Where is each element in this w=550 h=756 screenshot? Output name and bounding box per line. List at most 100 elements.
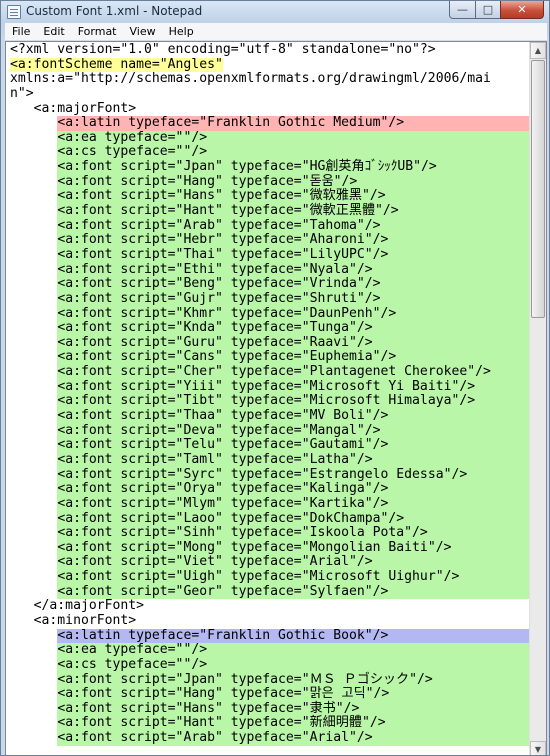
document-line-text: </a:majorFont> <box>10 598 145 614</box>
editor-pane: <?xml version="1.0" encoding="utf-8" sta… <box>5 41 547 755</box>
document-line: </a:majorFont> <box>10 599 530 614</box>
highlighted-line-text: <a:font script="Hang" typeface="맑은 고딕"/> <box>57 687 530 702</box>
document-line: <a:font script="Laoo" typeface="DokChamp… <box>10 511 530 527</box>
highlighted-line-text: <a:font script="Viet" typeface="Arial"/> <box>57 555 530 571</box>
highlighted-line-text: <a:font script="Knda" typeface="Tunga"/> <box>57 321 530 336</box>
highlighted-line-text: <a:font script="Khmr" typeface="DaunPenh… <box>57 306 530 322</box>
document-line: <a:ea typeface=""/> <box>10 130 530 146</box>
scroll-up-button[interactable]: ▲ <box>530 42 546 59</box>
scroll-down-icon: ▼ <box>534 745 542 754</box>
highlighted-line-text: <a:font script="Jpan" typeface="ＭＳ Ｐゴシック… <box>57 672 530 688</box>
document-line: <a:font script="Guru" typeface="Raavi"/> <box>10 335 530 351</box>
document-line: <a:font script="Knda" typeface="Tunga"/> <box>10 321 530 336</box>
highlighted-line-text: <a:font script="Beng" typeface="Vrinda"/… <box>57 277 530 292</box>
menu-view[interactable]: View <box>123 25 162 38</box>
highlighted-line-text: <a:font script="Cans" typeface="Euphemia… <box>57 350 530 366</box>
highlighted-line-text: <a:font script="Gujr" typeface="Shruti"/… <box>57 291 530 307</box>
document-line-text: <a:majorFont> <box>10 100 137 116</box>
document-line: <a:ea typeface=""/> <box>10 643 530 658</box>
document-line: <a:font script="Cher" typeface="Plantage… <box>10 364 530 380</box>
document-line: <a:font script="Arab" typeface="Arial"/> <box>10 730 530 746</box>
minimize-button[interactable]: — <box>449 1 475 19</box>
highlighted-line-text: <a:font script="Hant" typeface="微軟正黑體"/> <box>57 203 530 219</box>
document-line: <a:font script="Orya" typeface="Kalinga"… <box>10 482 530 497</box>
document-line: <a:latin typeface="Franklin Gothic Book"… <box>10 628 530 644</box>
scroll-thumb[interactable] <box>531 60 545 318</box>
document-line: <a:font script="Viet" typeface="Arial"/> <box>10 555 530 571</box>
document-line: <a:font script="Sinh" typeface="Iskoola … <box>10 525 530 541</box>
document-line-text: <a:minorFont> <box>10 612 137 628</box>
document-line: <a:font script="Jpan" typeface="HG創英角ｺﾞｼ… <box>10 159 530 175</box>
menu-help[interactable]: Help <box>162 25 200 38</box>
highlighted-line-text: <a:font script="Yiii" typeface="Microsof… <box>57 379 530 395</box>
menu-edit[interactable]: Edit <box>36 25 70 38</box>
highlighted-line-text: <a:font script="Mlym" typeface="Kartika"… <box>57 496 530 512</box>
document-line: <a:font script="Uigh" typeface="Microsof… <box>10 569 530 585</box>
maximize-button[interactable]: □ <box>475 1 500 19</box>
document-line: <a:font script="Mong" typeface="Mongolia… <box>10 540 530 556</box>
document-line: n"> <box>10 86 530 102</box>
text-editor[interactable]: <?xml version="1.0" encoding="utf-8" sta… <box>6 42 530 755</box>
document-line: <a:font script="Hant" typeface="微軟正黑體"/> <box>10 203 530 219</box>
highlighted-line-text: <a:font script="Guru" typeface="Raavi"/> <box>57 335 530 351</box>
document-line: <a:minorFont> <box>10 612 530 629</box>
highlighted-line-text: <a:font script="Orya" typeface="Kalinga"… <box>57 482 530 497</box>
document-line-text: xmlns:a="http://schemas.openxmlformats.o… <box>10 71 491 87</box>
highlighted-line-text: <a:font script="Jpan" typeface="HG創英角ｺﾞｼ… <box>57 159 530 175</box>
highlighted-line-text: <a:font script="Taml" typeface="Latha"/> <box>57 452 530 468</box>
close-button[interactable]: ✕ <box>500 1 544 19</box>
highlighted-line-text: <a:font script="Deva" typeface="Mangal"/… <box>57 423 530 439</box>
minimize-icon: — <box>457 3 468 16</box>
highlighted-line-text: <a:latin typeface="Franklin Gothic Book"… <box>57 628 530 644</box>
document-line: <a:font script="Thai" typeface="LilyUPC"… <box>10 247 530 263</box>
menu-file[interactable]: File <box>5 25 36 38</box>
highlighted-line-text: <a:cs typeface=""/> <box>57 145 530 161</box>
highlighted-line-text: <a:font script="Tibt" typeface="Microsof… <box>57 394 530 410</box>
highlighted-line-text: <a:ea typeface=""/> <box>57 130 530 146</box>
document-line: <a:font script="Cans" typeface="Euphemia… <box>10 349 530 366</box>
highlighted-line-text: <a:font script="Mong" typeface="Mongolia… <box>57 540 530 556</box>
document-line: <a:latin typeface="Franklin Gothic Mediu… <box>10 116 530 131</box>
notepad-app-icon[interactable] <box>7 5 21 19</box>
document-line: <a:font script="Tibt" typeface="Microsof… <box>10 394 530 410</box>
document-line: xmlns:a="http://schemas.openxmlformats.o… <box>10 71 530 87</box>
menu-format[interactable]: Format <box>71 25 123 38</box>
document-line: <a:font script="Thaa" typeface="MV Boli"… <box>10 408 530 424</box>
document-line: <a:majorFont> <box>10 100 530 117</box>
document-line-text: <?xml version="1.0" encoding="utf-8" sta… <box>10 42 436 57</box>
document-line: <a:font script="Ethi" typeface="Nyala"/> <box>10 262 530 278</box>
title-bar[interactable]: Custom Font 1.xml - Notepad — □ ✕ <box>1 1 549 23</box>
highlighted-line-text: <a:font script="Cher" typeface="Plantage… <box>57 364 530 380</box>
scroll-down-button[interactable]: ▼ <box>530 741 546 755</box>
document-line: <a:font script="Hans" typeface="微软雅黑"/> <box>10 189 530 205</box>
highlighted-line-text: <a:font script="Geor" typeface="Sylfaen"… <box>57 584 530 600</box>
highlighted-line-text: <a:font script="Hant" typeface="新細明體"/> <box>57 716 530 732</box>
highlighted-line-text: <a:font script="Sinh" typeface="Iskoola … <box>57 525 530 541</box>
notepad-window: Custom Font 1.xml - Notepad — □ ✕ File E… <box>0 0 550 756</box>
highlighted-line-text: <a:font script="Arab" typeface="Tahoma"/… <box>57 218 530 234</box>
document-line: <a:font script="Gujr" typeface="Shruti"/… <box>10 291 530 307</box>
document-line: <a:font script="Hang" typeface="맑은 고딕"/> <box>10 687 530 702</box>
vertical-scrollbar[interactable]: ▲ ▼ <box>529 42 546 755</box>
